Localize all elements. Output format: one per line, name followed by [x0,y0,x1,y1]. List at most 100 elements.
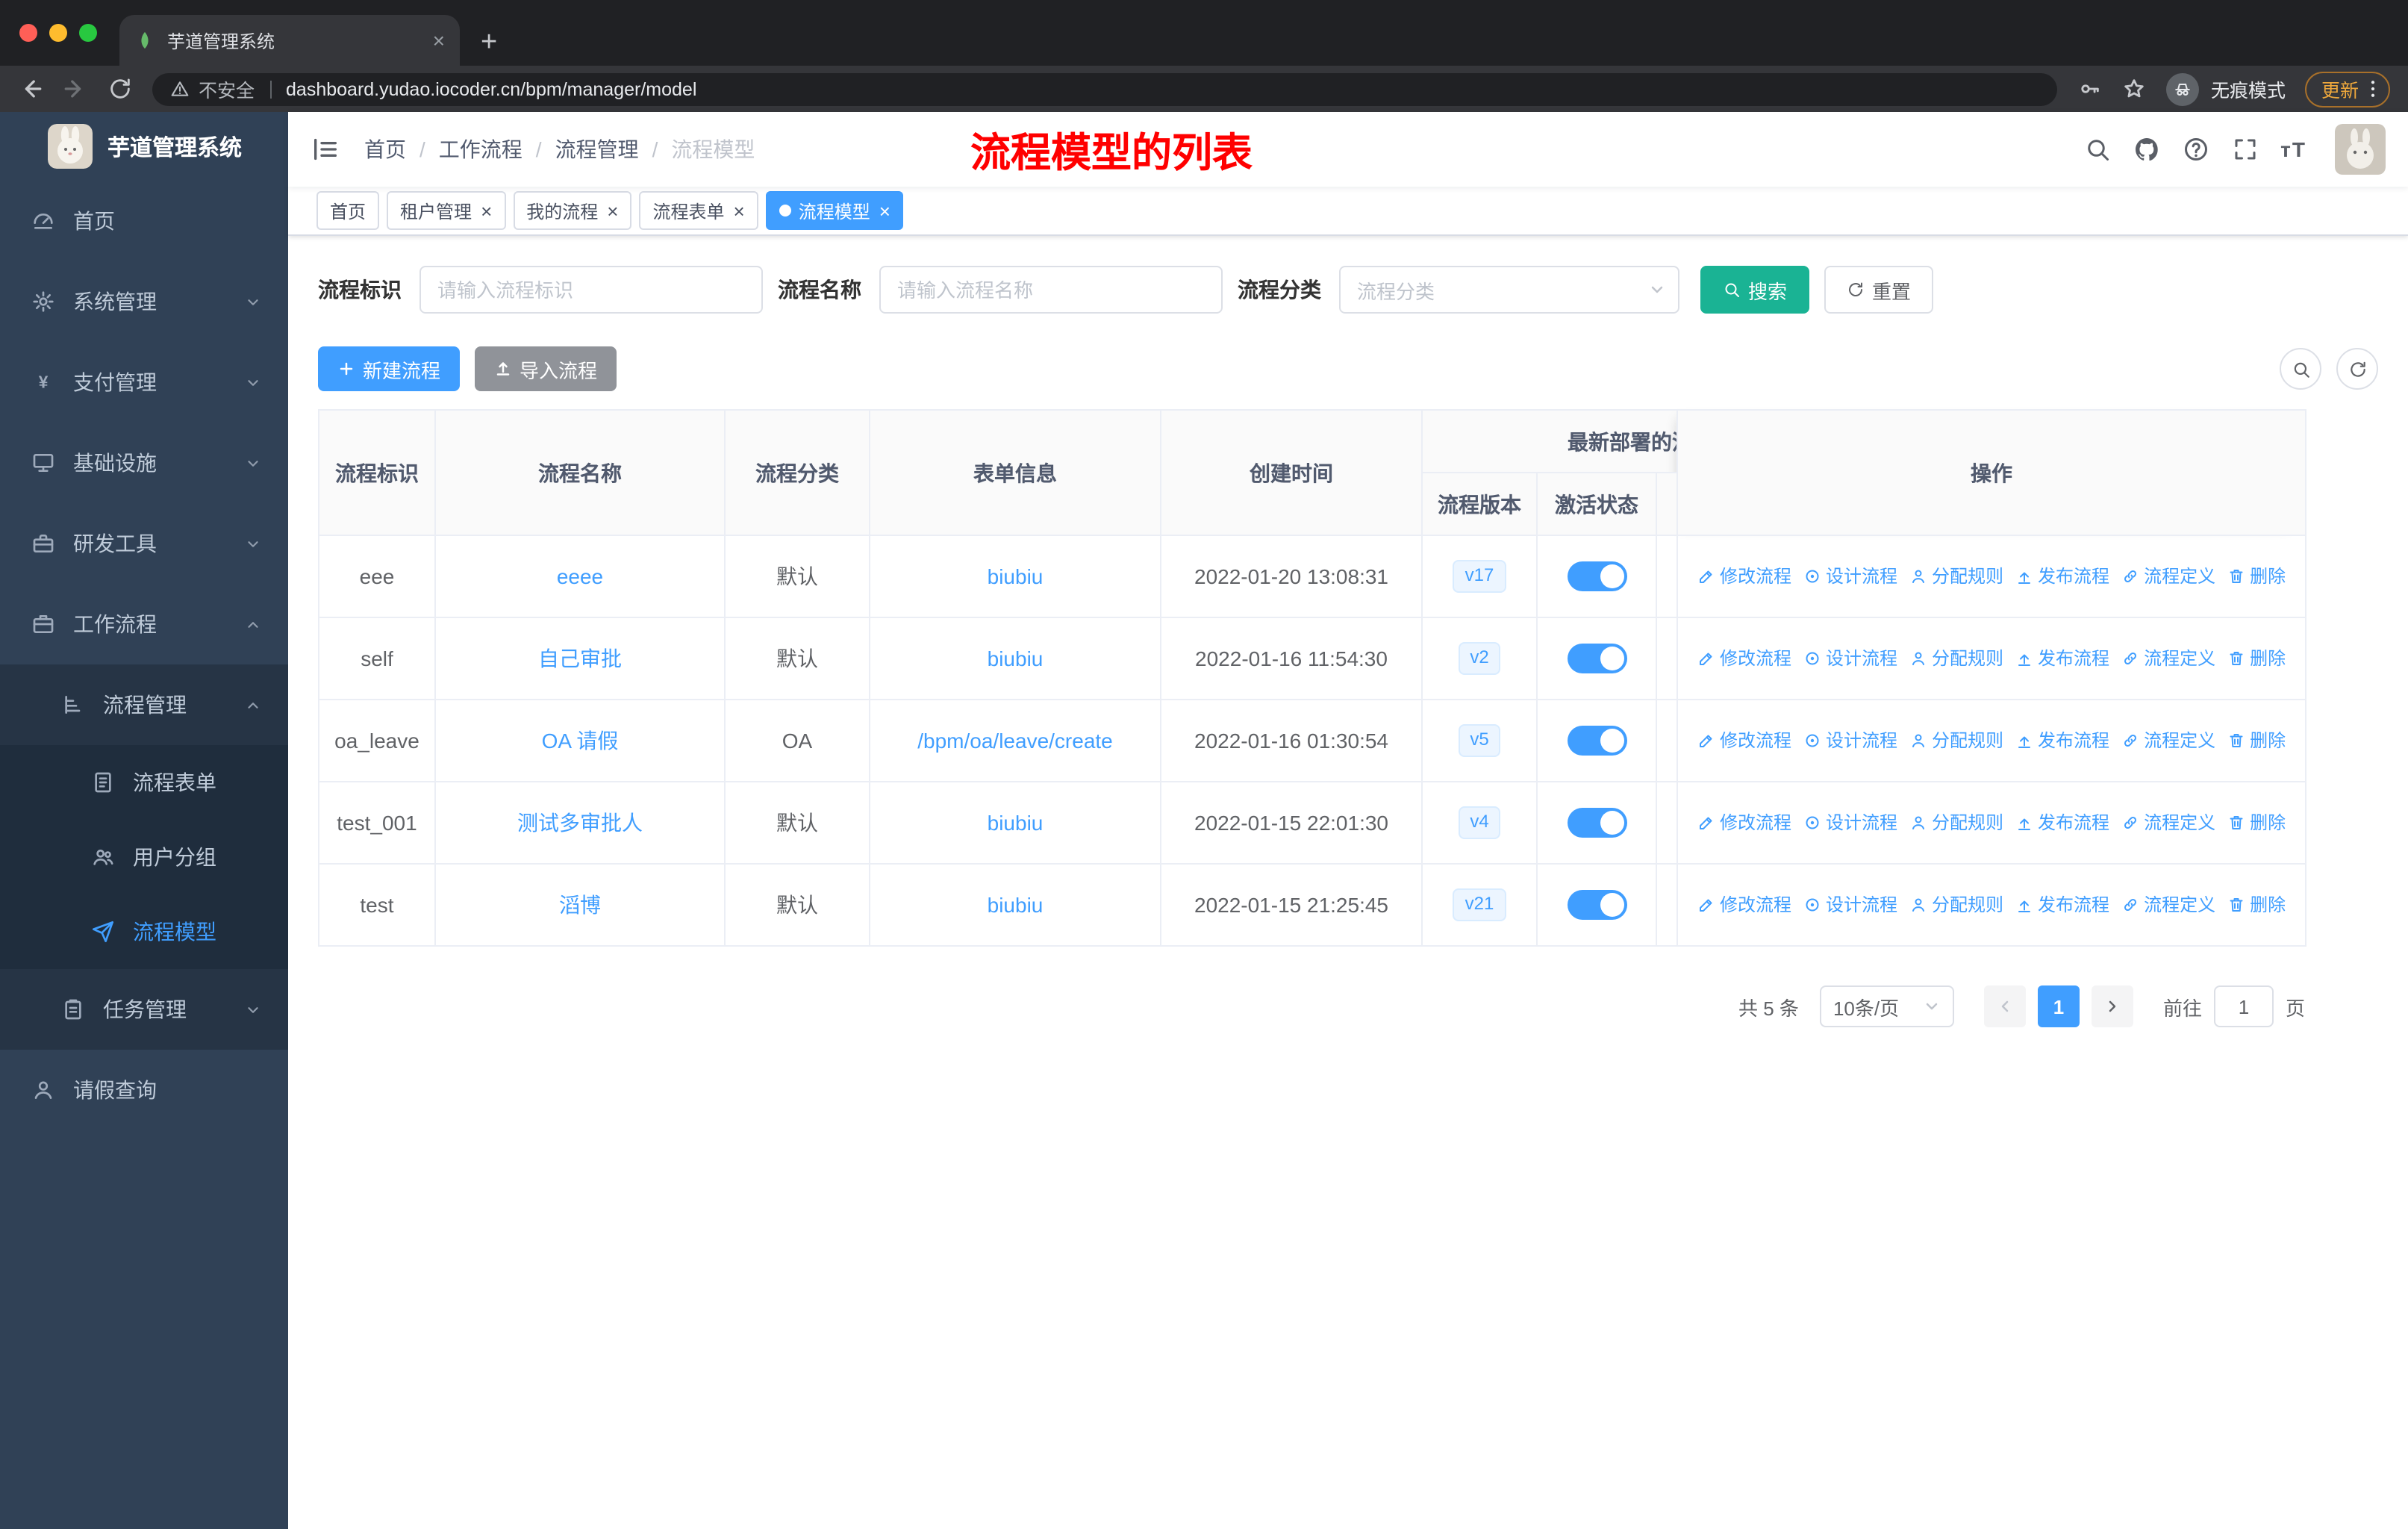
process-name-link[interactable]: 滔博 [559,893,601,917]
breadcrumb-workflow[interactable]: 工作流程 [439,134,523,164]
sidebar-item-infrastructure[interactable]: 基础设施 [0,423,288,503]
font-size-icon[interactable]: тT [2280,137,2306,161]
address-bar[interactable]: 不安全 dashboard.yudao.iocoder.cn/bpm/manag… [152,72,2057,105]
action-definition[interactable]: 流程定义 [2121,892,2215,918]
action-definition[interactable]: 流程定义 [2121,810,2215,835]
next-page-button[interactable] [2091,985,2133,1027]
process-name-link[interactable]: 测试多审批人 [517,811,643,835]
tab-close-icon[interactable]: × [433,30,445,51]
action-delete[interactable]: 删除 [2227,892,2286,918]
fullscreen-icon[interactable] [2231,136,2258,163]
tab-close-icon[interactable]: × [481,201,492,220]
action-assign[interactable]: 分配规则 [1909,810,2003,835]
sidebar-item-user-group[interactable]: 用户分组 [0,820,288,894]
breadcrumb-process-mgmt[interactable]: 流程管理 [555,134,639,164]
update-button[interactable]: 更新 [2304,71,2390,107]
form-info-link[interactable]: biubiu [988,647,1044,670]
url-text[interactable]: dashboard.yudao.iocoder.cn/bpm/manager/m… [286,78,696,99]
window-zoom-button[interactable] [79,24,97,42]
tab-process-form[interactable]: 流程表单 × [639,191,758,230]
sidebar-item-process-form[interactable]: 流程表单 [0,745,288,820]
process-name-link[interactable]: OA 请假 [542,729,619,753]
action-edit[interactable]: 修改流程 [1697,810,1791,835]
active-toggle[interactable] [1567,808,1626,838]
github-icon[interactable] [2133,136,2159,163]
version-badge[interactable]: v17 [1453,560,1506,593]
browser-tab[interactable]: 芋道管理系统 × [119,15,460,66]
sidebar-collapse-button[interactable] [311,134,340,164]
action-publish[interactable]: 发布流程 [2015,892,2109,918]
form-info-link[interactable]: biubiu [988,811,1044,835]
active-toggle[interactable] [1567,890,1626,920]
toggle-search-button[interactable] [2280,348,2321,390]
action-design[interactable]: 设计流程 [1803,646,1897,671]
reset-button[interactable]: 重置 [1824,266,1934,314]
sidebar-item-process-model[interactable]: 流程模型 [0,894,288,969]
version-badge[interactable]: v5 [1458,724,1501,757]
sidebar-item-payment[interactable]: 支付管理 [0,342,288,423]
action-edit[interactable]: 修改流程 [1697,728,1791,753]
sidebar-item-devtools[interactable]: 研发工具 [0,503,288,584]
reload-icon[interactable] [107,76,133,102]
form-info-link[interactable]: biubiu [988,564,1044,588]
goto-page-input[interactable] [2213,985,2274,1027]
breadcrumb-home[interactable]: 首页 [364,134,406,164]
action-design[interactable]: 设计流程 [1803,810,1897,835]
sidebar-item-workflow[interactable]: 工作流程 [0,584,288,664]
tab-my-process[interactable]: 我的流程 × [513,191,632,230]
version-badge[interactable]: v2 [1458,642,1501,675]
action-delete[interactable]: 删除 [2227,810,2286,835]
action-definition[interactable]: 流程定义 [2121,564,2215,589]
sidebar-logo[interactable]: 芋道管理系统 [0,112,288,181]
sidebar-item-leave-query[interactable]: 请假查询 [0,1050,288,1130]
action-assign[interactable]: 分配规则 [1909,564,2003,589]
action-definition[interactable]: 流程定义 [2121,728,2215,753]
action-publish[interactable]: 发布流程 [2015,810,2109,835]
sidebar-item-system[interactable]: 系统管理 [0,261,288,342]
action-delete[interactable]: 删除 [2227,728,2286,753]
sidebar-item-task-mgmt[interactable]: 任务管理 [0,969,288,1050]
action-edit[interactable]: 修改流程 [1697,564,1791,589]
page-size-select[interactable]: 10条/页 [1819,985,1954,1027]
window-close-button[interactable] [19,24,37,42]
tab-home[interactable]: 首页 [316,191,380,230]
version-badge[interactable]: v4 [1458,806,1501,839]
sidebar-item-home[interactable]: 首页 [0,181,288,261]
tab-close-icon[interactable]: × [734,201,745,220]
action-publish[interactable]: 发布流程 [2015,646,2109,671]
process-name-input[interactable] [879,266,1223,314]
bookmark-star-icon[interactable] [2121,76,2147,102]
search-button[interactable]: 搜索 [1700,266,1810,314]
process-name-link[interactable]: 自己审批 [538,647,622,670]
create-process-button[interactable]: 新建流程 [318,346,461,391]
search-icon[interactable] [2083,136,2110,163]
tab-process-model[interactable]: 流程模型 × [765,191,904,230]
form-info-link[interactable]: /bpm/oa/leave/create [917,729,1113,753]
help-icon[interactable] [2182,136,2209,163]
sidebar-item-process-mgmt[interactable]: 流程管理 [0,664,288,745]
category-select[interactable]: 流程分类 [1339,266,1679,314]
tab-close-icon[interactable]: × [607,201,618,220]
action-delete[interactable]: 删除 [2227,564,2286,589]
window-minimize-button[interactable] [49,24,67,42]
action-publish[interactable]: 发布流程 [2015,564,2109,589]
action-design[interactable]: 设计流程 [1803,728,1897,753]
active-toggle[interactable] [1567,726,1626,756]
process-name-link[interactable]: eeee [557,564,603,588]
security-label[interactable]: 不安全 [199,75,255,103]
process-id-input[interactable] [419,266,763,314]
version-badge[interactable]: v21 [1453,888,1506,921]
action-assign[interactable]: 分配规则 [1909,646,2003,671]
action-design[interactable]: 设计流程 [1803,892,1897,918]
action-assign[interactable]: 分配规则 [1909,728,2003,753]
import-process-button[interactable]: 导入流程 [475,346,617,391]
action-publish[interactable]: 发布流程 [2015,728,2109,753]
tab-tenant-mgmt[interactable]: 租户管理 × [387,191,506,230]
action-delete[interactable]: 删除 [2227,646,2286,671]
action-assign[interactable]: 分配规则 [1909,892,2003,918]
new-tab-button[interactable]: + [481,28,497,57]
active-toggle[interactable] [1567,644,1626,673]
refresh-table-button[interactable] [2336,348,2378,390]
active-toggle[interactable] [1567,561,1626,591]
kebab-menu-icon[interactable] [2362,78,2384,100]
